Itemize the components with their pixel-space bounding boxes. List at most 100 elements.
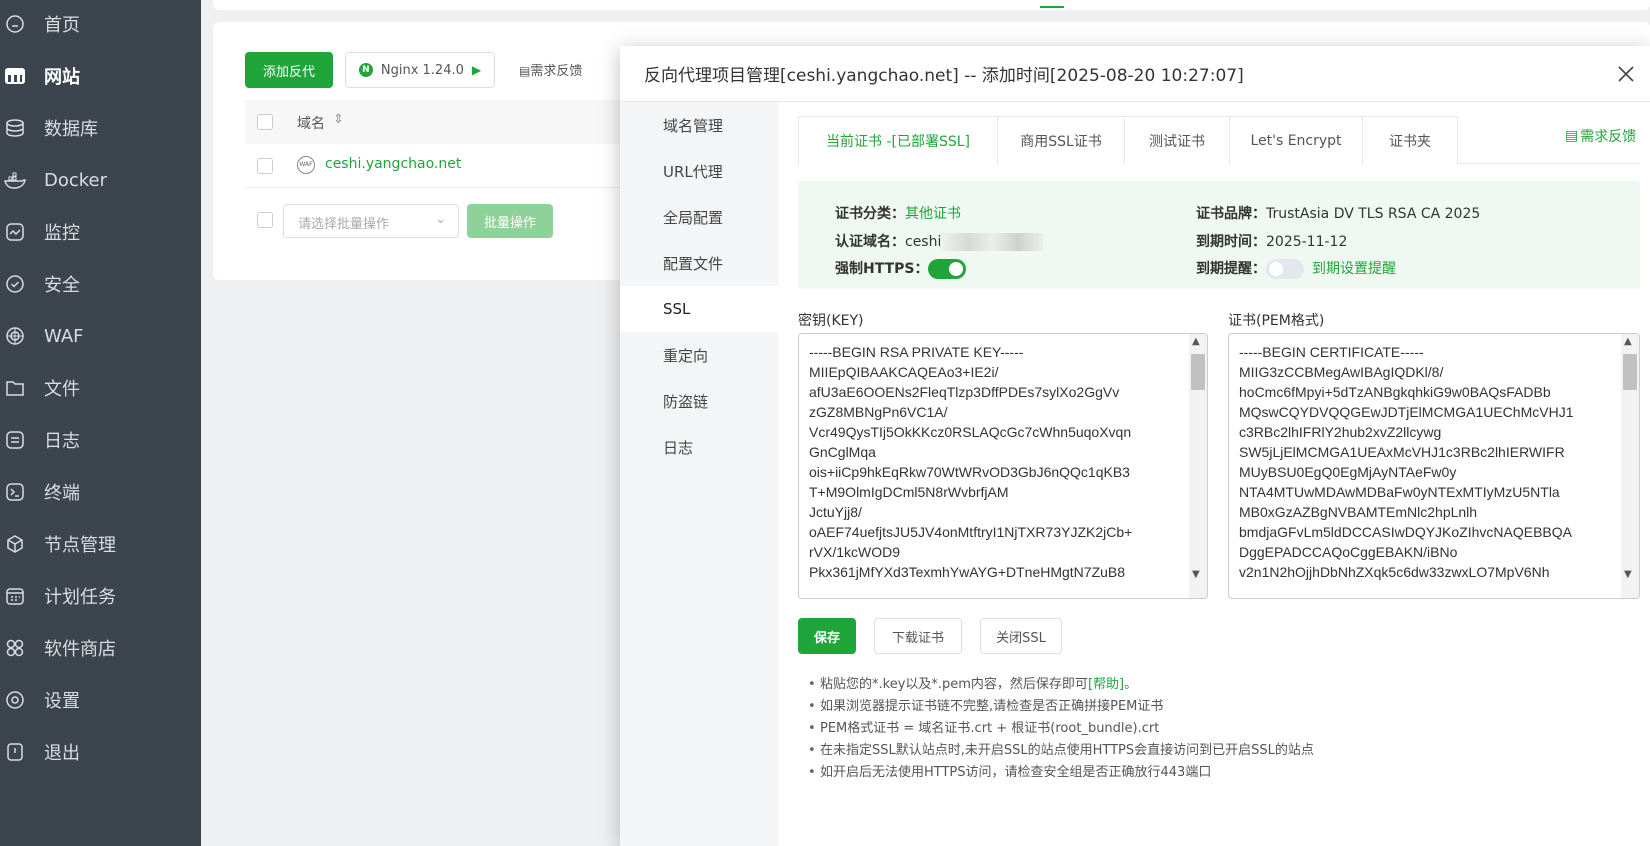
- close-icon: [1618, 66, 1634, 82]
- select-all-checkbox[interactable]: [257, 114, 273, 130]
- dialog-nav-logs[interactable]: 日志: [620, 424, 778, 470]
- shield-icon: [4, 273, 26, 295]
- site-feedback-label: 需求反馈: [530, 64, 583, 79]
- tip-item: 如开启后无法使用HTTPS访问，请检查安全组是否正确放行443端口: [808, 762, 1314, 784]
- site-feedback-link[interactable]: ▤需求反馈: [519, 60, 582, 79]
- dialog-nav-redirect[interactable]: 重定向: [620, 332, 778, 378]
- sidebar-item-database[interactable]: 数据库: [0, 104, 201, 152]
- scroll-thumb[interactable]: [1623, 354, 1637, 390]
- batch-select[interactable]: 请选择批量操作 ⌄: [283, 204, 459, 238]
- row-checkbox[interactable]: [257, 158, 273, 174]
- key-textarea[interactable]: -----BEGIN RSA PRIVATE KEY----- MIIEpQIB…: [798, 333, 1208, 599]
- folder-icon: [4, 377, 26, 399]
- dialog-nav-url-proxy[interactable]: URL代理: [620, 148, 778, 194]
- top-panel: [213, 0, 1650, 10]
- nginx-version-button[interactable]: N Nginx 1.24.0 ▶: [345, 52, 495, 88]
- cert-domain-label: 认证域名：: [835, 234, 905, 250]
- tab-cert-folder[interactable]: 证书夹: [1362, 116, 1458, 164]
- ssl-tabs: 当前证书 -[已部署SSL] 商用SSL证书 测试证书 Let's Encryp…: [798, 116, 1640, 164]
- expire-remind-toggle[interactable]: [1266, 259, 1304, 279]
- domain-column-header[interactable]: 域名: [297, 113, 325, 133]
- cert-label: 证书(PEM格式): [1228, 313, 1325, 329]
- batch-checkbox[interactable]: [257, 212, 273, 228]
- sidebar-item-logout[interactable]: 退出: [0, 728, 201, 776]
- dialog-nav-global[interactable]: 全局配置: [620, 194, 778, 240]
- cert-expire: 到期时间：2025-11-12: [1196, 231, 1347, 251]
- cert-domain-value: ceshi: [905, 234, 942, 250]
- sidebar-item-label: 终端: [44, 483, 80, 504]
- log-icon: [4, 429, 26, 451]
- scroll-thumb[interactable]: [1191, 354, 1205, 390]
- cert-info-panel: 证书分类：其他证书 认证域名：ceshi 强制HTTPS： 证书品牌：Trust…: [798, 181, 1640, 289]
- table-row: WAF ceshi.yangchao.net: [245, 144, 625, 188]
- sidebar-item-website[interactable]: 网站: [0, 52, 201, 100]
- sidebar-item-label: 退出: [44, 743, 80, 764]
- key-label: 密钥(KEY): [798, 313, 864, 329]
- save-button[interactable]: 保存: [798, 618, 856, 654]
- tab-commercial-ssl[interactable]: 商用SSL证书: [997, 116, 1125, 164]
- tab-test-cert[interactable]: 测试证书: [1124, 116, 1230, 164]
- sidebar-item-label: Docker: [44, 169, 108, 191]
- cert-textarea[interactable]: -----BEGIN CERTIFICATE----- MIIG3zCCBMeg…: [1228, 333, 1640, 599]
- sidebar-item-nodes[interactable]: 节点管理: [0, 520, 201, 568]
- nginx-icon: N: [358, 63, 373, 77]
- feedback-icon: ▤: [519, 64, 531, 78]
- add-proxy-button[interactable]: 添加反代: [245, 52, 333, 88]
- play-icon: ▶: [471, 63, 482, 77]
- monitor-icon: [4, 221, 26, 243]
- scroll-down-icon[interactable]: ▼: [1624, 569, 1632, 580]
- chevron-down-icon: ⌄: [435, 212, 446, 227]
- table-header: 域名 ⇕: [245, 100, 625, 144]
- sort-icon[interactable]: ⇕: [333, 112, 344, 127]
- cert-category-value: 其他证书: [905, 206, 961, 222]
- expire-remind-label: 到期提醒：: [1196, 261, 1266, 277]
- dialog-nav-hotlink[interactable]: 防盗链: [620, 378, 778, 424]
- dialog-nav-domain[interactable]: 域名管理: [620, 102, 778, 148]
- sidebar-item-docker[interactable]: Docker: [0, 156, 201, 204]
- cert-textarea-content: -----BEGIN CERTIFICATE----- MIIG3zCCBMeg…: [1239, 344, 1574, 580]
- cert-domain: 认证域名：ceshi: [835, 231, 1044, 251]
- sidebar-item-store[interactable]: 软件商店: [0, 624, 201, 672]
- scroll-up-icon[interactable]: ▲: [1192, 336, 1200, 347]
- close-button[interactable]: [1610, 58, 1642, 90]
- expire-remind-row: 到期提醒： 到期设置提醒: [1196, 258, 1396, 279]
- sidebar-item-monitor[interactable]: 监控: [0, 208, 201, 256]
- help-link[interactable]: [帮助]: [1088, 677, 1124, 692]
- sidebar-item-label: 计划任务: [44, 587, 116, 608]
- key-textarea-content: -----BEGIN RSA PRIVATE KEY----- MIIEpQIB…: [809, 344, 1133, 580]
- website-icon: [4, 65, 26, 87]
- sidebar: 首页 网站 数据库 Docker 监控 安全 WAF 文件 日志 终端 节点管理…: [0, 0, 201, 846]
- cert-scrollbar[interactable]: ▲ ▼: [1621, 334, 1639, 598]
- sidebar-item-files[interactable]: 文件: [0, 364, 201, 412]
- tip-item: PEM格式证书 = 域名证书.crt + 根证书(root_bundle).cr…: [808, 718, 1314, 740]
- sidebar-item-security[interactable]: 安全: [0, 260, 201, 308]
- force-https-toggle[interactable]: [928, 259, 967, 279]
- sidebar-item-label: 安全: [44, 275, 80, 296]
- batch-action-button[interactable]: 批量操作: [467, 204, 553, 238]
- sidebar-item-label: 网站: [44, 67, 80, 88]
- feedback-link[interactable]: ▤ 需求反馈: [1565, 126, 1636, 146]
- feedback-icon: ▤: [1565, 128, 1579, 144]
- database-icon: [4, 117, 26, 139]
- sidebar-item-waf[interactable]: WAF: [0, 312, 201, 360]
- site-domain-link[interactable]: ceshi.yangchao.net: [325, 156, 461, 172]
- expire-remind-link[interactable]: 到期设置提醒: [1312, 261, 1396, 277]
- scroll-up-icon[interactable]: ▲: [1624, 336, 1632, 347]
- tab-current-cert[interactable]: 当前证书 -[已部署SSL]: [798, 116, 998, 164]
- terminal-icon: [4, 481, 26, 503]
- download-cert-button[interactable]: 下载证书: [874, 618, 962, 654]
- close-ssl-button[interactable]: 关闭SSL: [980, 618, 1062, 654]
- sidebar-item-label: 软件商店: [44, 639, 116, 660]
- sidebar-item-home[interactable]: 首页: [0, 0, 201, 48]
- sidebar-item-terminal[interactable]: 终端: [0, 468, 201, 516]
- tab-lets-encrypt[interactable]: Let's Encrypt: [1229, 116, 1363, 164]
- key-scrollbar[interactable]: ▲ ▼: [1189, 334, 1207, 598]
- ssl-tips: 粘贴您的*.key以及*.pem内容，然后保存即可[帮助]。 如果浏览器提示证书…: [808, 674, 1314, 784]
- sidebar-item-settings[interactable]: 设置: [0, 676, 201, 724]
- sidebar-item-logs[interactable]: 日志: [0, 416, 201, 464]
- dialog-nav-ssl[interactable]: SSL: [620, 286, 778, 332]
- scroll-down-icon[interactable]: ▼: [1192, 569, 1200, 580]
- sidebar-item-label: WAF: [44, 325, 84, 347]
- dialog-nav-config-file[interactable]: 配置文件: [620, 240, 778, 286]
- sidebar-item-cron[interactable]: 计划任务: [0, 572, 201, 620]
